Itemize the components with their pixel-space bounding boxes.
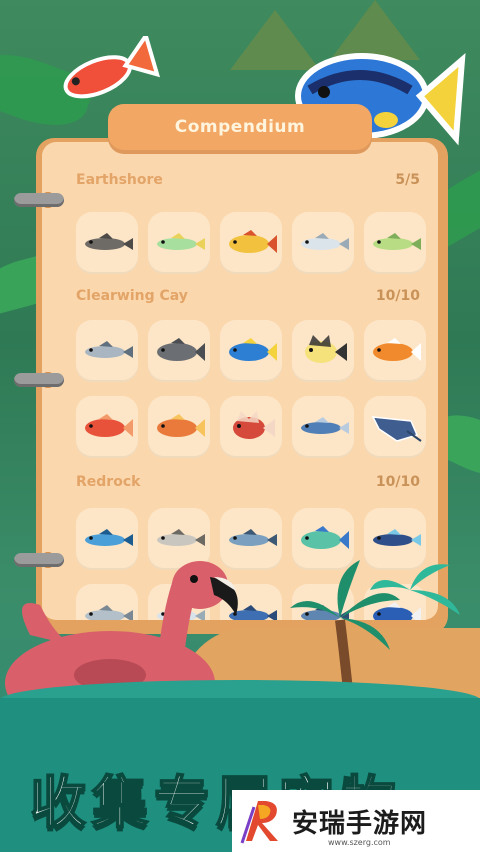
fish-icon [233,411,275,439]
compendium-title: Compendium [174,117,306,137]
fish-icon [85,233,133,250]
fish-icon [373,529,421,546]
fish-slot-moorish-idol[interactable] [292,320,354,382]
fish-slot-red-snapper[interactable] [76,396,138,458]
fish-icon [157,233,205,250]
fish-slot-hogfish[interactable] [148,396,210,458]
compendium-header: Compendium [108,104,372,154]
fish-slot-green-pike[interactable] [364,212,426,274]
fish-slot-yellow-grouper[interactable] [220,212,282,274]
fish-icon [301,526,349,549]
fish-icon [157,414,205,437]
fish-slot-blue-tang[interactable] [220,320,282,382]
fish-slot-silver-needlefish[interactable] [292,212,354,274]
section-name: Redrock [76,474,141,490]
fish-slot-stingray[interactable] [364,396,426,458]
fish-slot-clownfish[interactable] [364,320,426,382]
fish-icon [157,529,205,546]
section-name: Clearwing Cay [76,288,188,304]
fish-icon [301,233,349,250]
section-count: 10/10 [375,474,420,490]
fish-slot-lionfish[interactable] [220,396,282,458]
fish-icon [373,233,421,250]
binder-ring [14,373,64,387]
section-count: 5/5 [395,172,420,188]
compendium-page: Earthshore 5/5 Clearwing Cay 10/10 Redrock 10… [42,142,438,620]
fish-icon [371,416,422,442]
fish-icon [229,529,277,546]
binder-ring [14,193,64,207]
fish-slot-catfish[interactable] [76,212,138,274]
fish-icon [85,529,133,546]
watermark-logo [240,801,278,844]
fish-slot-barracuda[interactable] [76,320,138,382]
fish-icon [157,338,205,361]
watermark-url: www.szerg.com [328,838,391,847]
fish-icon [305,335,347,363]
fish-icon [373,338,421,361]
fish-icon [85,414,133,437]
fish-icon [229,338,277,361]
watermark-text: 安瑞手游网 [292,808,428,839]
fish-slot-mackerel[interactable] [292,396,354,458]
fish-slot-grey-grouper[interactable] [148,320,210,382]
red-fish-decoration [63,36,160,99]
section-name: Earthshore [76,172,163,188]
fish-icon [229,230,277,253]
fish-slot-green-striped-fish[interactable] [148,212,210,274]
fish-icon [301,417,349,434]
fish-icon [85,341,133,358]
section-count: 10/10 [375,288,420,304]
